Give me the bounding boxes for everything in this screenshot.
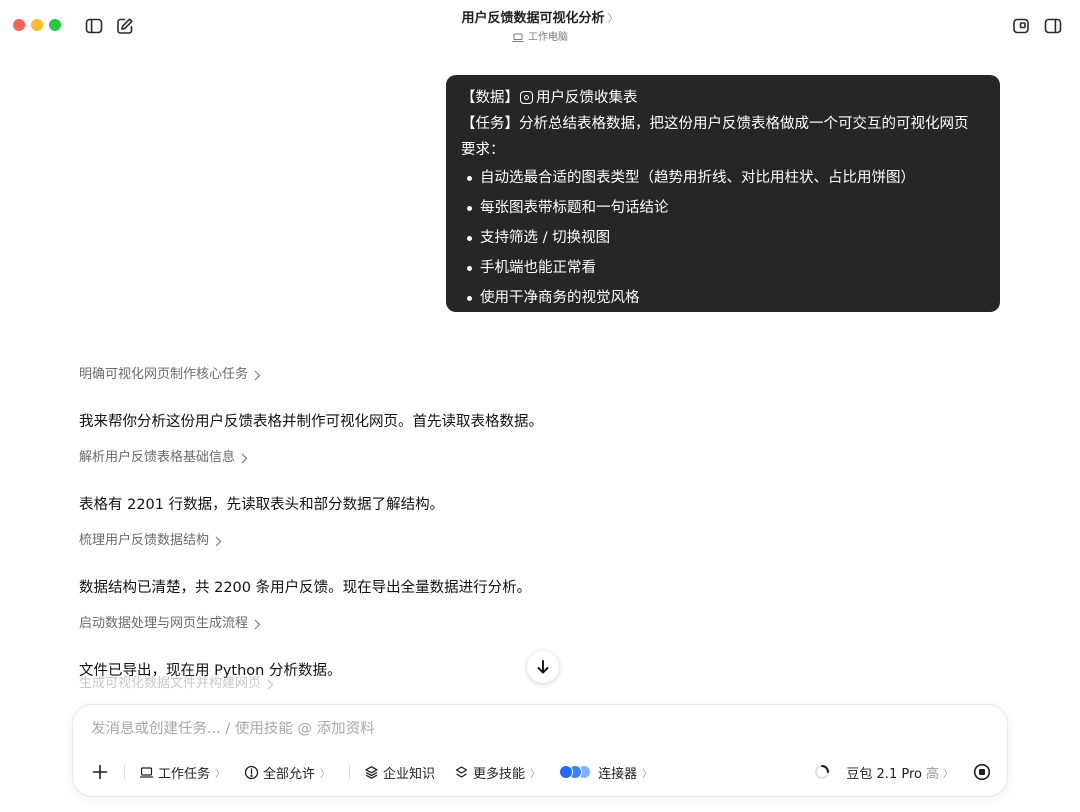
- spinner-icon: [815, 765, 830, 779]
- chevron-right-icon: [254, 370, 261, 380]
- assistant-text: 数据结构已清楚，共 2200 条用户反馈。现在导出全量数据进行分析。: [79, 580, 532, 596]
- title-block: 用户反馈数据可视化分析〉 工作电脑: [0, 10, 1080, 47]
- work-task-label: 工作任务: [158, 766, 211, 782]
- scroll-to-bottom-button[interactable]: [527, 651, 559, 683]
- thinking-step-toggle[interactable]: 启动数据处理与网页生成流程: [79, 613, 979, 635]
- connector-chip[interactable]: 连接器 〉: [559, 763, 652, 782]
- chevron-right-icon: [215, 536, 222, 546]
- skills-icon: [455, 765, 468, 778]
- connector-logo-icon: [559, 765, 574, 779]
- model-name: 豆包 2.1 Pro: [846, 766, 922, 782]
- chevron-right-icon: [254, 619, 261, 629]
- requirement-item: 使用干净商务的视觉风格: [461, 283, 986, 313]
- thinking-step-title: 梳理用户反馈数据结构: [79, 533, 210, 548]
- thinking-step-toggle[interactable]: 梳理用户反馈数据结构: [79, 530, 979, 552]
- requirement-item: 支持筛选 / 切换视图: [461, 223, 986, 253]
- assistant-text: 表格有 2201 行数据，先读取表头和部分数据了解结构。: [79, 497, 445, 513]
- thinking-step-title: 解析用户反馈表格基础信息: [79, 450, 236, 465]
- enterprise-knowledge-label: 企业知识: [383, 766, 436, 782]
- more-skills-chip[interactable]: 更多技能 〉: [454, 763, 540, 782]
- doc-icon: [520, 91, 533, 104]
- device-label: 工作电脑: [512, 30, 568, 46]
- message-composer: 工作任务 〉 全部允许 〉 企业知识: [72, 704, 1008, 797]
- alert-circle-icon: [244, 765, 259, 779]
- app-window: 用户反馈数据可视化分析〉 工作电脑 【数据】 用户反馈收集表 【任务】分析总结表格…: [0, 0, 1080, 812]
- model-selector[interactable]: 豆包 2.1 Pro 高 〉: [846, 763, 953, 782]
- enterprise-knowledge-chip[interactable]: 企业知识: [364, 763, 435, 782]
- thinking-step-title: 明确可视化网页制作核心任务: [79, 367, 249, 382]
- allow-all-label: 全部允许: [263, 766, 316, 782]
- laptop-icon: [512, 33, 524, 42]
- task-line: 【任务】分析总结表格数据，把这份用户反馈表格做成一个可交互的可视化网页: [461, 116, 969, 132]
- conversation-title[interactable]: 用户反馈数据可视化分析〉: [0, 10, 1080, 28]
- assistant-text: 我来帮你分析这份用户反馈表格并制作可视化网页。首先读取表格数据。: [79, 414, 543, 430]
- allow-all-chip[interactable]: 全部允许 〉: [244, 763, 330, 782]
- add-button[interactable]: [89, 761, 111, 783]
- requirements-label: 要求：: [461, 142, 505, 158]
- assistant-response: 明确可视化网页制作核心任务 我来帮你分析这份用户反馈表格并制作可视化网页。首先读…: [79, 364, 979, 695]
- arrow-down-icon: [537, 660, 549, 674]
- floating-window-icon[interactable]: [1011, 16, 1031, 36]
- toolbar-divider: [124, 765, 125, 779]
- work-task-chip[interactable]: 工作任务 〉: [139, 763, 225, 782]
- composer-toolbar: 工作任务 〉 全部允许 〉 企业知识 更多技能 〉 连接器 〉: [89, 760, 671, 784]
- model-effort: 高: [925, 766, 939, 782]
- requirement-item: 自动选最合适的图表类型（趋势用折线、对比用柱状、占比用饼图）: [461, 163, 986, 193]
- connector-logos: [559, 765, 592, 779]
- requirement-item: 手机端也能正常看: [461, 253, 986, 283]
- stop-generation-button[interactable]: [973, 763, 991, 781]
- thinking-step-title: 启动数据处理与网页生成流程: [79, 616, 249, 631]
- thinking-step-toggle[interactable]: 解析用户反馈表格基础信息: [79, 447, 979, 469]
- thinking-step-toggle[interactable]: 明确可视化网页制作核心任务: [79, 364, 979, 386]
- stop-icon: [973, 763, 991, 781]
- user-message-bubble: 【数据】 用户反馈收集表 【任务】分析总结表格数据，把这份用户反馈表格做成一个可交…: [446, 75, 1000, 312]
- requirement-item: 每张图表带标题和一句话结论: [461, 193, 986, 223]
- chevron-right-icon: 〉: [215, 768, 226, 780]
- layers-icon: [365, 765, 378, 779]
- chevron-right-icon: 〉: [530, 768, 541, 780]
- attachment-name[interactable]: 用户反馈收集表: [536, 90, 638, 106]
- toolbar-divider: [349, 765, 351, 779]
- data-prefix: 【数据】: [461, 90, 519, 106]
- more-skills-label: 更多技能: [473, 766, 526, 782]
- plus-icon: [92, 764, 108, 780]
- chevron-right-icon: [241, 453, 248, 463]
- requirements-list: 自动选最合适的图表类型（趋势用折线、对比用柱状、占比用饼图） 每张图表带标题和一…: [461, 163, 986, 313]
- chevron-right-icon: 〉: [320, 768, 331, 780]
- data-line: 【数据】 用户反馈收集表: [461, 85, 986, 111]
- chevron-right-icon: 〉: [943, 768, 953, 780]
- conversation-title-text: 用户反馈数据可视化分析: [461, 11, 605, 26]
- chevron-right-icon: [267, 679, 274, 689]
- chevron-right-icon: 〉: [642, 768, 653, 780]
- laptop-icon: [140, 766, 153, 778]
- device-label-text: 工作电脑: [528, 32, 568, 43]
- composer-right-tools: 豆包 2.1 Pro 高 〉: [814, 760, 991, 784]
- title-chevron-icon: 〉: [607, 12, 619, 25]
- connector-label: 连接器: [598, 766, 638, 782]
- message-input[interactable]: [91, 721, 971, 737]
- right-panel-toggle-icon[interactable]: [1043, 16, 1063, 36]
